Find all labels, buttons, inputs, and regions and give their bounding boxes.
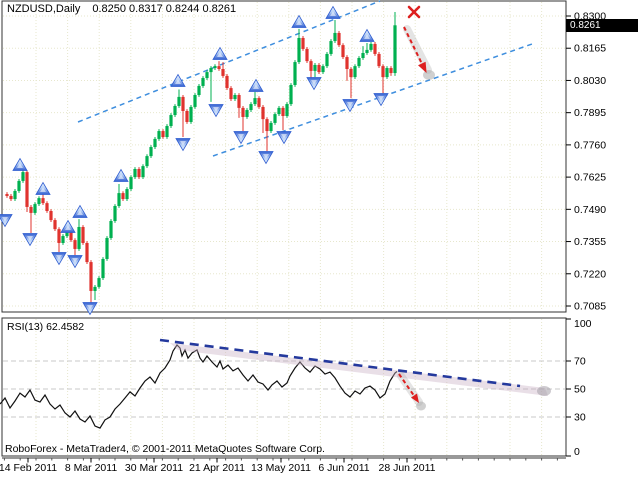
price-tick-label: 0.8165 [574, 43, 606, 55]
price-tick-label: 0.7625 [574, 172, 606, 184]
date-label: 30 Mar 2011 [125, 462, 183, 474]
copyright-label: RoboForex - MetaTrader4, © 2001-2011 Met… [5, 443, 325, 455]
forecast-arrow-icon[interactable] [404, 27, 435, 80]
date-label: 8 Mar 2011 [65, 462, 117, 474]
rsi-tick-label: 70 [574, 356, 586, 368]
linear-regression-channel[interactable] [78, 1, 532, 156]
chart-title: NZDUSD,Daily 0.8250 0.8317 0.8244 0.8261 [7, 3, 236, 15]
date-label: 21 Apr 2011 [189, 462, 245, 474]
channel-lower-line [213, 44, 532, 156]
price-tick-label: 0.7490 [574, 204, 606, 216]
ohlc-quote-label: 0.8250 0.8317 0.8244 0.8261 [92, 3, 236, 15]
rsi-trendline[interactable] [160, 340, 551, 396]
date-label: 13 May 2011 [251, 462, 311, 474]
price-tick-label: 0.7355 [574, 236, 606, 248]
date-label: 14 Feb 2011 [0, 462, 57, 474]
rsi-tick-label: 0 [574, 446, 580, 458]
rsi-tick-label: 30 [574, 412, 586, 424]
price-axis: 0.83000.81650.80300.78950.77600.76250.74… [566, 11, 606, 313]
date-axis: 14 Feb 2011 8 Mar 2011 30 Mar 2011 21 Apr 2… [0, 458, 557, 474]
date-label: 28 Jun 2011 [378, 462, 435, 474]
symbol-period-label: NZDUSD,Daily [7, 3, 80, 15]
rsi-tick-label: 50 [574, 384, 586, 396]
candles-layer [5, 12, 396, 305]
price-tick-label: 0.7220 [574, 268, 606, 280]
rsi-axis: 100 70 50 30 0 [566, 318, 592, 458]
current-price-tag: 0.8261 [566, 19, 638, 32]
rsi-indicator-label: RSI(13) 62.4582 [7, 321, 84, 333]
date-label: 6 Jun 2011 [318, 462, 369, 474]
price-tick-label: 0.8030 [574, 75, 606, 87]
rsi-tick-label: 100 [574, 318, 592, 330]
price-tick-label: 0.7085 [574, 300, 606, 312]
price-tick-label: 0.7895 [574, 107, 606, 119]
channel-upper-line [78, 1, 380, 122]
main-chart-panel [2, 1, 566, 312]
chart-canvas[interactable]: 0.83000.81650.80300.78950.77600.76250.74… [0, 0, 640, 480]
price-tick-label: 0.7760 [574, 139, 606, 151]
rsi-line [0, 345, 397, 428]
mt4-chart-window: 0.83000.81650.80300.78950.77600.76250.74… [0, 0, 640, 480]
